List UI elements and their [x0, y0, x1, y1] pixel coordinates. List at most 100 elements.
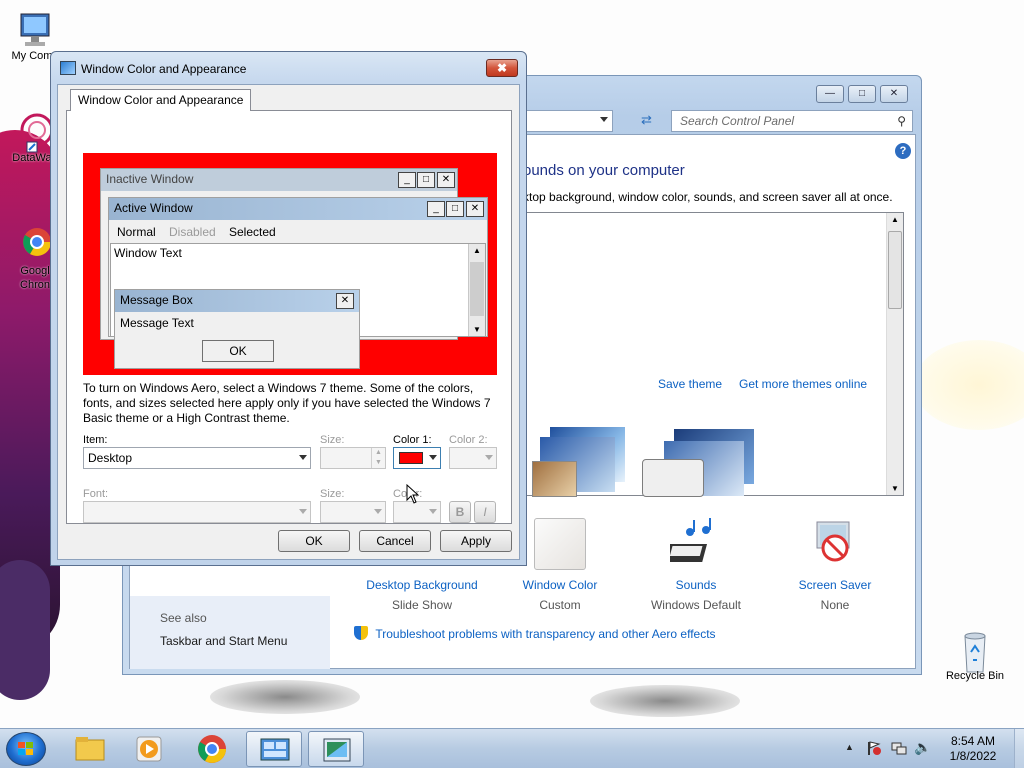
datawag-icon — [15, 112, 55, 153]
taskbar: ▲ 🔈 8:54 AM 1/8/2022 — [0, 728, 1024, 768]
get-more-themes-link[interactable]: Get more themes online — [739, 377, 867, 391]
save-theme-link[interactable]: Save theme — [658, 377, 722, 391]
show-hidden-icons[interactable]: ▲ — [845, 742, 854, 752]
system-clock[interactable]: 8:54 AM 1/8/2022 — [938, 734, 1008, 764]
maximize-button[interactable]: □ — [848, 85, 876, 103]
dialog-title: Window Color and Appearance — [81, 62, 247, 76]
close-button[interactable]: ✕ — [880, 85, 908, 103]
maximize-icon: □ — [446, 201, 464, 217]
apply-button[interactable]: Apply — [440, 530, 512, 552]
sounds-item[interactable]: Sounds Windows Default — [626, 518, 766, 612]
preview-menu-bar: Normal Disabled Selected — [117, 225, 276, 239]
bold-button[interactable]: B — [449, 501, 471, 523]
message-box-preview: Message Box ✕ Message Text OK — [114, 289, 360, 369]
troubleshoot-link[interactable]: Troubleshoot problems with transparency … — [375, 627, 715, 641]
spinner-arrows-icon: ▲ ▼ — [371, 448, 385, 468]
troubleshoot-row[interactable]: Troubleshoot problems with transparency … — [354, 626, 716, 641]
chrome-icon — [198, 735, 226, 763]
screen-saver-item[interactable]: Screen Saver None — [765, 518, 905, 612]
item-label: Item: — [83, 434, 108, 446]
font-label: Font: — [83, 488, 109, 500]
shield-icon — [354, 626, 368, 640]
scroll-down-arrow[interactable]: ▼ — [891, 484, 899, 493]
help-icon[interactable]: ? — [895, 143, 911, 159]
item-size-spinner[interactable]: ▲ ▼ — [320, 447, 386, 469]
window-color-appearance-dialog: Window Color and Appearance ✖ Inactive W… — [50, 51, 527, 566]
close-icon: ✕ — [466, 201, 484, 217]
computer-icon — [15, 10, 55, 50]
scrollbar-thumb[interactable] — [888, 231, 902, 309]
appearance-preview: Inactive Window _ □ ✕ Active Window _ □ … — [83, 153, 497, 375]
dialog-body: Inactive Window _ □ ✕ Active Window _ □ … — [57, 84, 520, 560]
search-input[interactable]: Search Control Panel ⚲ — [671, 110, 913, 132]
taskbar-chrome[interactable] — [184, 731, 240, 767]
clock-time: 8:54 AM — [950, 734, 996, 748]
size-label: Size: — [320, 434, 345, 446]
volume-icon[interactable]: 🔈 — [914, 739, 931, 756]
item-dropdown[interactable]: Desktop — [83, 447, 311, 469]
italic-button[interactable]: I — [474, 501, 496, 523]
chevron-down-icon[interactable] — [600, 117, 608, 122]
taskbar-explorer[interactable] — [62, 731, 118, 767]
cancel-button[interactable]: Cancel — [359, 530, 431, 552]
taskbar-media-player[interactable] — [121, 731, 177, 767]
font-dropdown[interactable] — [83, 501, 311, 523]
preview-ok-button: OK — [202, 340, 274, 362]
minimize-icon: _ — [427, 201, 445, 217]
network-icon[interactable] — [891, 740, 907, 756]
minimize-button[interactable]: — — [816, 85, 844, 103]
minimize-icon: _ — [398, 172, 416, 188]
taskbar-window-color[interactable] — [308, 731, 364, 767]
see-also-heading: See also — [160, 611, 207, 625]
page-heading: ounds on your computer — [523, 162, 685, 179]
recycle-bin-icon — [955, 630, 995, 673]
theme-thumbnail-selected[interactable] — [642, 427, 772, 497]
control-panel-icon — [260, 738, 290, 761]
font-color-picker[interactable] — [393, 501, 441, 523]
start-button[interactable] — [6, 732, 46, 766]
action-center-flag-icon[interactable] — [866, 740, 882, 756]
search-icon[interactable]: ⚲ — [897, 114, 906, 128]
wallpaper-shadow — [590, 685, 740, 717]
taskbar-control-panel[interactable] — [246, 731, 302, 767]
color1-label: Color 1: — [393, 434, 432, 446]
window-color-swatch-icon — [534, 518, 586, 570]
page-subtitle: ktop background, window color, sounds, a… — [523, 190, 893, 204]
taskbar-start-menu-link[interactable]: Taskbar and Start Menu — [160, 634, 287, 648]
message-box-title: Message Box — [115, 290, 359, 312]
aero-description: To turn on Windows Aero, select a Window… — [83, 381, 491, 425]
theme-list-scrollbar[interactable]: ▲ ▼ — [886, 213, 903, 495]
wallpaper-shadow — [210, 680, 360, 714]
close-icon: ✕ — [336, 293, 354, 309]
chevron-down-icon — [299, 455, 307, 460]
dialog-app-icon — [60, 61, 76, 75]
sounds-icon — [664, 518, 722, 570]
color2-label: Color 2: — [449, 434, 488, 446]
font-size-label: Size: — [320, 488, 345, 500]
see-also-panel: See also Taskbar and Start Menu — [130, 596, 330, 669]
color1-swatch — [399, 452, 423, 464]
window-color-icon — [323, 738, 351, 762]
theme-list[interactable]: ▲ ▼ Save theme Get more themes online — [523, 212, 904, 497]
refresh-icon[interactable]: ⇄ — [641, 112, 661, 130]
tab-window-color-appearance[interactable]: Window Color and Appearance — [70, 89, 252, 111]
preview-scrollbar: ▲ ▼ — [468, 244, 485, 336]
theme-thumbnail[interactable] — [532, 427, 632, 497]
close-button[interactable]: ✖ — [486, 59, 518, 77]
ok-button[interactable]: OK — [278, 530, 350, 552]
font-size-dropdown[interactable] — [320, 501, 386, 523]
desktop-icon-recycle-bin[interactable]: Recycle Bin — [940, 630, 1010, 682]
media-player-icon — [136, 736, 162, 762]
wallpaper-figure-tail — [0, 560, 50, 700]
screen-saver-icon — [809, 518, 861, 570]
chrome-icon — [15, 224, 55, 264]
show-desktop-button[interactable] — [1014, 729, 1024, 768]
maximize-icon: □ — [417, 172, 435, 188]
tab-panel: Inactive Window _ □ ✕ Active Window _ □ … — [66, 110, 512, 524]
folder-icon — [75, 737, 105, 761]
color2-picker[interactable] — [449, 447, 497, 469]
color1-picker[interactable] — [393, 447, 441, 469]
scroll-up-arrow[interactable]: ▲ — [891, 215, 899, 224]
wallpaper-swoosh — [914, 340, 1024, 430]
clock-date: 1/8/2022 — [949, 749, 997, 763]
